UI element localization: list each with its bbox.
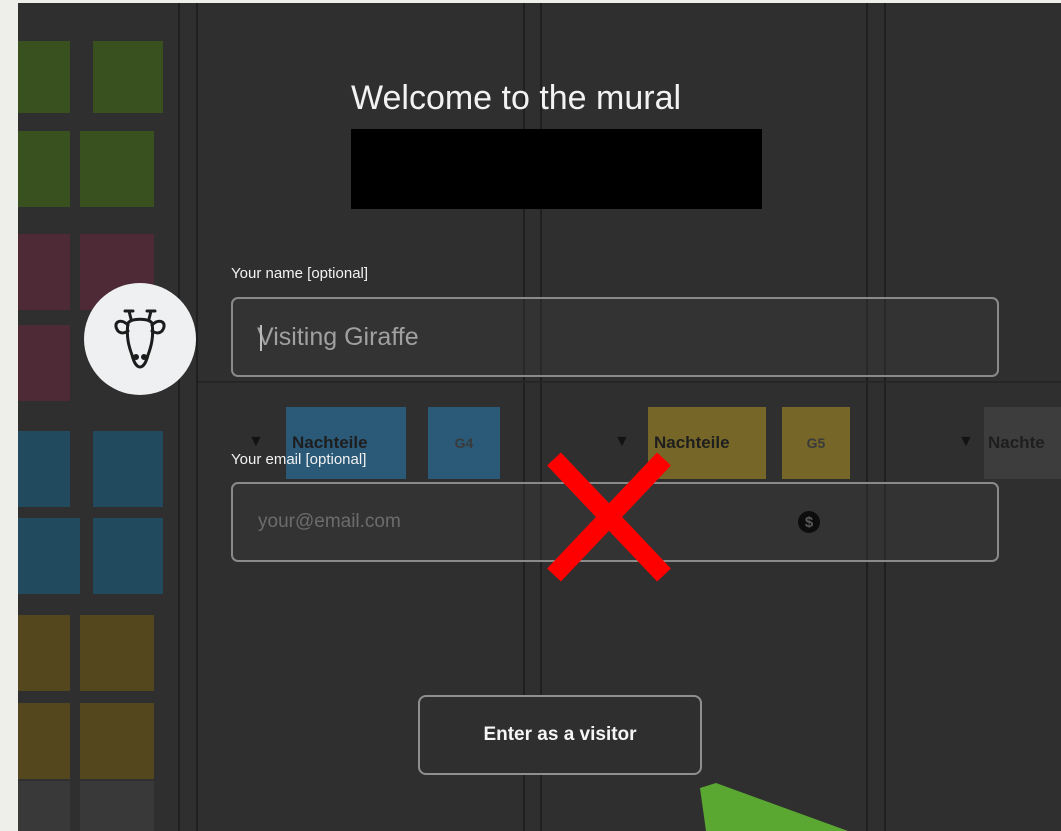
enter-as-visitor-button[interactable]: Enter as a visitor <box>418 695 702 775</box>
column-tag: G5 <box>806 435 826 451</box>
dollar-icon: $ <box>798 511 820 533</box>
sticky-note <box>93 41 163 113</box>
sticky-note <box>80 781 154 831</box>
giraffe-icon <box>114 309 166 369</box>
page-title: Welcome to the mural <box>351 79 682 117</box>
green-arrow-annotation <box>700 783 848 831</box>
red-cross-annotation <box>547 452 671 582</box>
name-input[interactable] <box>233 299 997 375</box>
sticky-note <box>18 703 70 779</box>
sticky-note <box>18 131 70 207</box>
name-field[interactable] <box>231 297 999 377</box>
name-label: Your name [optional] <box>231 265 369 282</box>
email-label: Your email [optional] <box>231 451 367 468</box>
sticky-note <box>18 615 70 691</box>
sticky-note <box>18 234 70 310</box>
column-divider <box>884 3 886 831</box>
thumbs-down-icon: ▼ <box>958 433 974 450</box>
mural-stage: ▼ Nachteile G4 ▼ Nachteile G5 ▼ Nachte W… <box>18 3 1061 831</box>
sticky-note <box>80 131 154 207</box>
sticky-note <box>80 615 154 691</box>
text-cursor <box>260 325 262 351</box>
avatar <box>84 283 196 395</box>
sticky-note <box>18 431 70 507</box>
sticky-note <box>93 518 163 594</box>
thumbs-down-icon: ▼ <box>248 433 264 450</box>
redacted-mural-name <box>351 129 762 209</box>
sticky-note <box>18 781 70 831</box>
sticky-note <box>93 431 163 507</box>
column-label: Nachte <box>988 433 1045 452</box>
sticky-note <box>18 325 70 401</box>
sticky-note <box>18 518 80 594</box>
row-divider <box>198 381 1061 383</box>
column-divider <box>178 3 180 831</box>
sticky-note <box>18 41 70 113</box>
column-divider <box>196 3 198 831</box>
column-divider <box>866 3 868 831</box>
column-tag: G4 <box>454 435 474 451</box>
sticky-note <box>80 703 154 779</box>
